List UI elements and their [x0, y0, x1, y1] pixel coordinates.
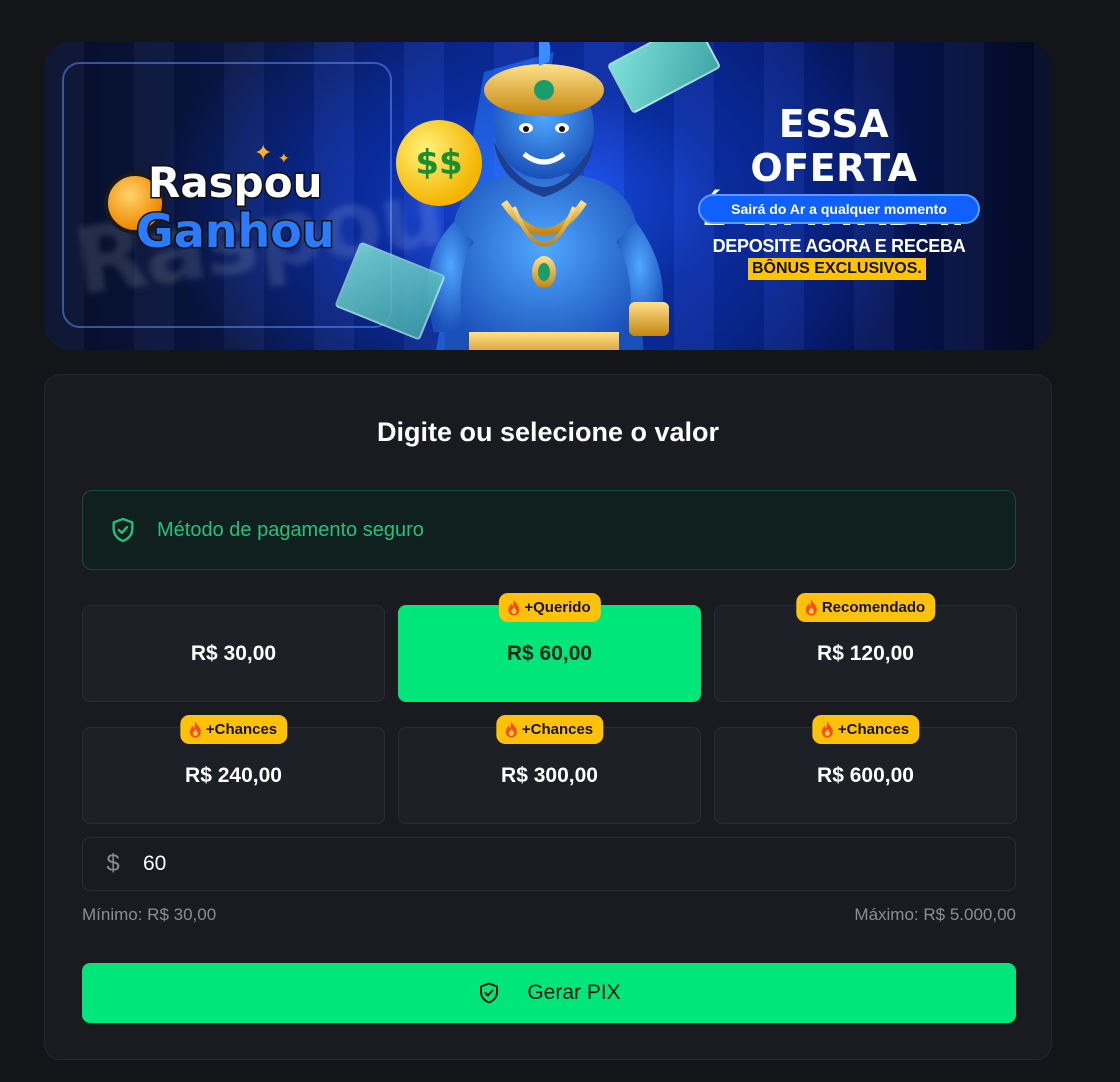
fire-icon [507, 599, 519, 616]
offer-bonus-tag: BÔNUS EXCLUSIVOS. [748, 258, 926, 280]
shield-check-icon [480, 982, 499, 1004]
amount-label: R$ 600,00 [817, 763, 914, 787]
generate-pix-button[interactable]: Gerar PIX [82, 963, 1016, 1023]
fire-icon [505, 721, 517, 738]
amount-badge: +Querido [498, 593, 601, 622]
sparkle-icon: ✦ [254, 140, 273, 165]
amount-badge-label: +Chances [521, 721, 594, 738]
raspou-ganhou-logo: Raspou Ganhou ✦ ✦ [104, 140, 354, 264]
amount-label: R$ 120,00 [817, 641, 914, 665]
amount-option-60[interactable]: +Querido R$ 60,00 [398, 593, 701, 702]
sparkle-icon: ✦ [278, 150, 290, 166]
amount-label: R$ 300,00 [501, 763, 598, 787]
amount-option-300[interactable]: +Chances R$ 300,00 [398, 715, 701, 824]
secure-payment-text: Método de pagamento seguro [157, 518, 424, 541]
fire-icon [189, 721, 201, 738]
offer-title-line1: ESSA OFERTA [750, 102, 918, 190]
fire-icon [821, 721, 833, 738]
amount-badge-label: +Chances [837, 721, 910, 738]
promo-banner[interactable]: Raspou Raspou Ganhou ✦ ✦ $$ ESSA OFERTA … [44, 42, 1052, 350]
amount-option-240[interactable]: +Chances R$ 240,00 [82, 715, 385, 824]
generate-pix-label: Gerar PIX [527, 981, 621, 1004]
amount-badge: +Chances [179, 715, 288, 744]
amount-badge: +Chances [495, 715, 604, 744]
min-amount-label: Mínimo: R$ 30,00 [82, 905, 217, 924]
secure-payment-notice: Método de pagamento seguro [82, 490, 1016, 570]
deposit-card: Digite ou selecione o valor Método de pa… [44, 374, 1052, 1060]
amount-badge: +Chances [811, 715, 920, 744]
amount-badge-label: Recomendado [821, 599, 926, 616]
offer-deposit-text: DEPOSITE AGORA E RECEBA [712, 236, 966, 256]
amount-badge: Recomendado [795, 593, 936, 622]
amount-option-30[interactable]: R$ 30,00 [82, 605, 385, 702]
amount-options: R$ 30,00 +Querido R$ 60,00 Recomendado R… [82, 593, 1017, 824]
amount-badge-label: +Querido [524, 599, 591, 616]
offer-pill: Sairá do Ar a qualquer momento [698, 194, 980, 224]
amount-label: R$ 30,00 [190, 641, 277, 665]
amount-option-600[interactable]: +Chances R$ 600,00 [714, 715, 1017, 824]
amount-input-field[interactable]: $ [82, 837, 1016, 891]
shield-check-icon [112, 517, 134, 543]
max-amount-label: Máximo: R$ 5.000,00 [854, 905, 1016, 924]
amount-badge-label: +Chances [205, 721, 278, 738]
dollar-icon: $ [106, 850, 120, 877]
logo-line1: Raspou [147, 157, 325, 209]
fire-icon [805, 599, 817, 616]
amount-label: R$ 60,00 [506, 641, 593, 665]
amount-limits: Mínimo: R$ 30,00 Máximo: R$ 5.000,00 [82, 905, 1016, 925]
amount-input[interactable] [143, 838, 1015, 890]
card-title: Digite ou selecione o valor [376, 417, 720, 447]
amount-option-120[interactable]: Recomendado R$ 120,00 [714, 593, 1017, 702]
amount-label: R$ 240,00 [185, 763, 282, 787]
logo-line2: Ganhou [135, 203, 337, 260]
dollar-coin-icon: $$ [396, 120, 482, 206]
